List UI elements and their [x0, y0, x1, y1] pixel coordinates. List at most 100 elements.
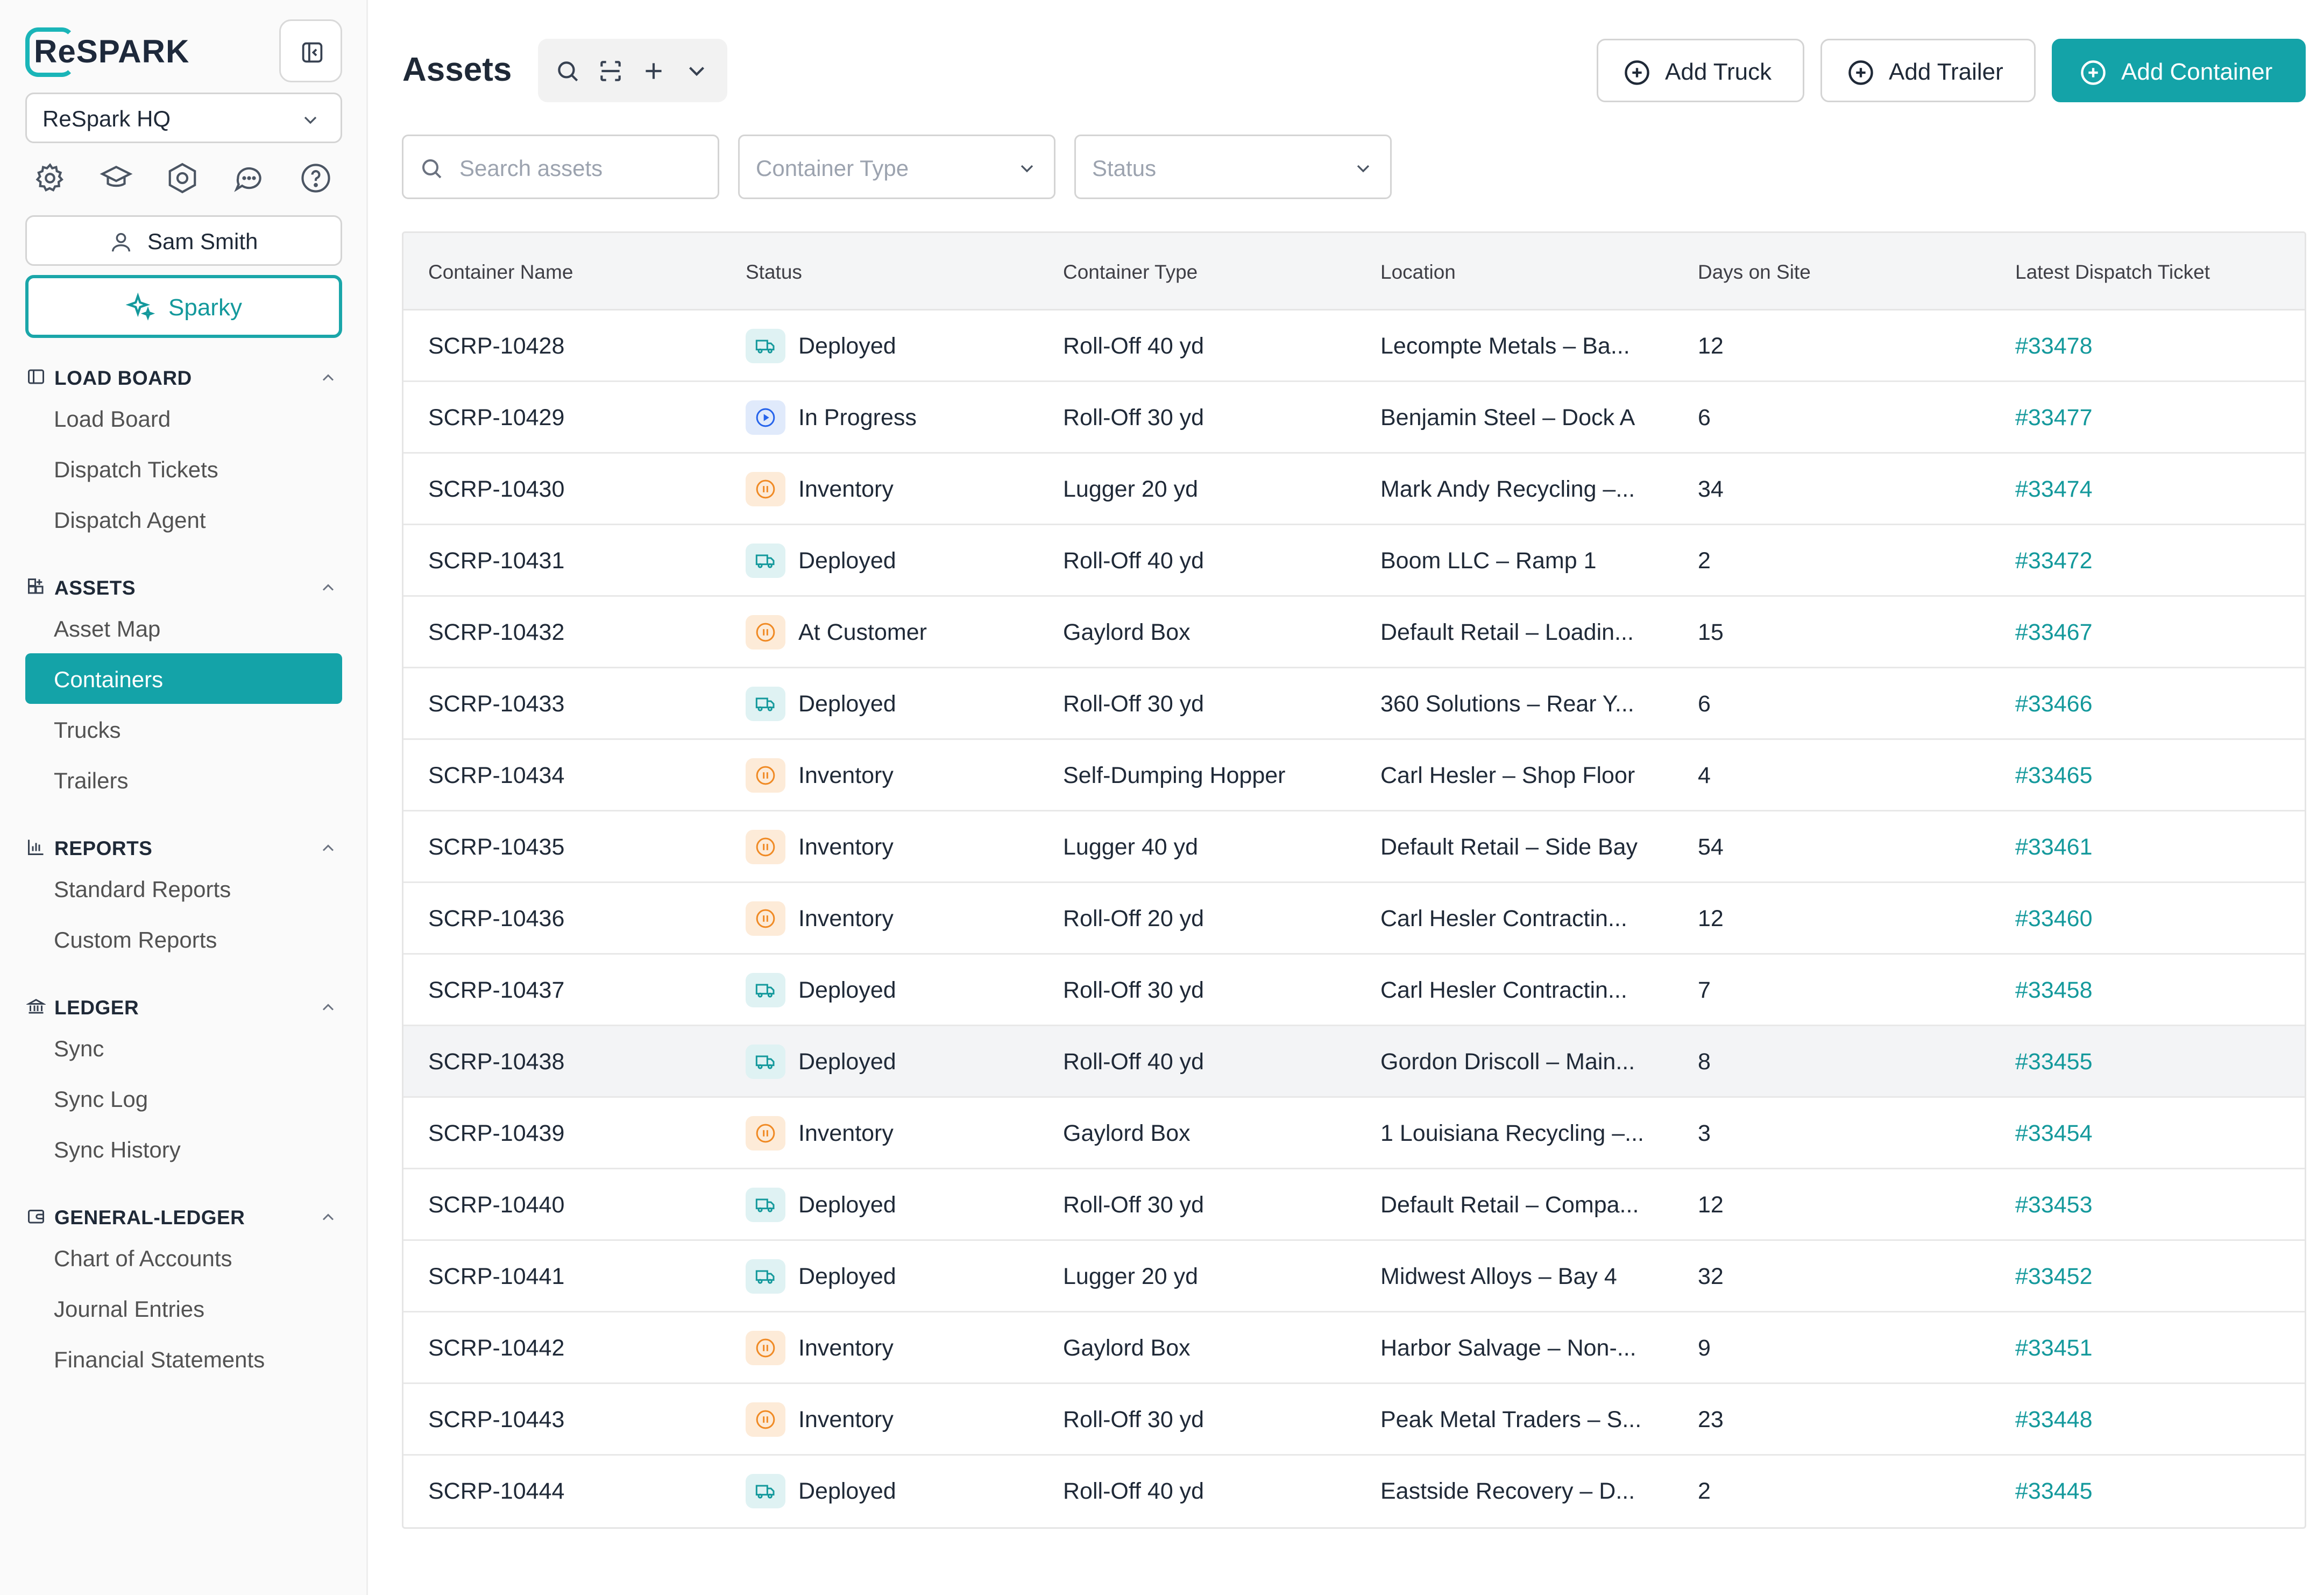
- dispatch-ticket-link[interactable]: #33472: [2015, 548, 2093, 574]
- table-row[interactable]: SCRP-10435 Inventory Lugger 40 yd Default R…: [403, 811, 2305, 883]
- cell-container-type: Roll-Off 40 yd: [1063, 333, 1204, 359]
- graduation-cap-icon[interactable]: [100, 161, 135, 197]
- sidebar-item-label: Financial Statements: [54, 1347, 265, 1372]
- pause-circle-icon: [746, 472, 785, 506]
- sparky-button[interactable]: Sparky: [25, 275, 342, 338]
- column-header-location[interactable]: Location: [1380, 261, 1456, 284]
- sidebar-item-chart-of-accounts[interactable]: Chart of Accounts: [25, 1232, 342, 1283]
- sidebar-item-financial-statements[interactable]: Financial Statements: [25, 1333, 342, 1384]
- table-row[interactable]: SCRP-10431 Deployed Roll-Off 40 yd Boom LLC…: [403, 525, 2305, 597]
- sidebar-item-containers[interactable]: Containers: [25, 653, 342, 704]
- sidebar-item-sync-history[interactable]: Sync History: [25, 1124, 342, 1174]
- table-row[interactable]: SCRP-10429 In Progress Roll-Off 30 yd Benja…: [403, 382, 2305, 454]
- search-icon: [422, 159, 442, 179]
- chevron-down-icon[interactable]: [683, 58, 710, 84]
- column-header-container-name[interactable]: Container Name: [428, 261, 573, 284]
- cell-location: Carl Hesler Contractin...: [1380, 906, 1627, 931]
- cell-container-type: Self-Dumping Hopper: [1063, 763, 1286, 788]
- nav-section-title: LEDGER: [54, 997, 139, 1019]
- dispatch-ticket-link[interactable]: #33453: [2015, 1192, 2093, 1218]
- nav-section-header[interactable]: GENERAL-LEDGER: [25, 1201, 342, 1232]
- nav-section-reports: REPORTS Standard Reports Custom Reports: [25, 832, 342, 964]
- dispatch-ticket-link[interactable]: #33455: [2015, 1049, 2093, 1075]
- pause-circle-icon: [746, 830, 785, 864]
- help-icon[interactable]: [299, 161, 335, 197]
- table-row[interactable]: SCRP-10444 Deployed Roll-Off 40 yd Eastside…: [403, 1456, 2305, 1527]
- dispatch-ticket-link[interactable]: #33454: [2015, 1120, 2093, 1147]
- plus-icon[interactable]: [640, 58, 667, 84]
- table-row[interactable]: SCRP-10440 Deployed Roll-Off 30 yd Default …: [403, 1169, 2305, 1241]
- sidebar-item-sync[interactable]: Sync: [25, 1022, 342, 1073]
- sidebar-item-label: Dispatch Tickets: [54, 457, 218, 482]
- sidebar-item-trucks[interactable]: Trucks: [25, 704, 342, 754]
- table-row[interactable]: SCRP-10433 Deployed Roll-Off 30 yd 360 Solu…: [403, 668, 2305, 740]
- dispatch-ticket-link[interactable]: #33448: [2015, 1407, 2093, 1433]
- table-row[interactable]: SCRP-10443 Inventory Roll-Off 30 yd Peak Me…: [403, 1384, 2305, 1456]
- nav-section-header[interactable]: LEDGER: [25, 991, 342, 1022]
- dispatch-ticket-link[interactable]: #33477: [2015, 405, 2093, 431]
- sidebar-item-standard-reports[interactable]: Standard Reports: [25, 863, 342, 914]
- hexagon-settings-icon[interactable]: [166, 161, 201, 197]
- sidebar-item-dispatch-agent[interactable]: Dispatch Agent: [25, 494, 342, 545]
- user-profile-button[interactable]: Sam Smith: [25, 215, 342, 266]
- table-row[interactable]: SCRP-10430 Inventory Lugger 20 yd Mark Andy…: [403, 454, 2305, 525]
- sidebar-item-trailers[interactable]: Trailers: [25, 754, 342, 805]
- table-row[interactable]: SCRP-10441 Deployed Lugger 20 yd Midwest Al…: [403, 1241, 2305, 1312]
- column-header-status[interactable]: Status: [746, 261, 802, 284]
- column-header-latest-dispatch-ticket[interactable]: Latest Dispatch Ticket: [2015, 261, 2210, 284]
- organization-select[interactable]: ReSpark HQ: [25, 93, 342, 143]
- status-select[interactable]: Status: [1074, 135, 1392, 199]
- nav-section-ledger: LEDGER Sync Sync Log Sync History: [25, 991, 342, 1174]
- dispatch-ticket-link[interactable]: #33451: [2015, 1335, 2093, 1361]
- sidebar-item-journal-entries[interactable]: Journal Entries: [25, 1283, 342, 1333]
- collapse-sidebar-button[interactable]: [279, 19, 342, 82]
- dispatch-ticket-link[interactable]: #33467: [2015, 619, 2093, 646]
- table-row[interactable]: SCRP-10428 Deployed Roll-Off 40 yd Lecompte…: [403, 310, 2305, 382]
- table-row[interactable]: SCRP-10442 Inventory Gaylord Box Harbor Sal…: [403, 1312, 2305, 1384]
- dispatch-ticket-link[interactable]: #33445: [2015, 1478, 2093, 1505]
- cell-status: At Customer: [798, 619, 927, 645]
- cell-container-type: Roll-Off 30 yd: [1063, 1192, 1204, 1218]
- search-icon[interactable]: [554, 58, 581, 84]
- scan-icon[interactable]: [597, 58, 624, 84]
- sidebar-item-custom-reports[interactable]: Custom Reports: [25, 914, 342, 964]
- dispatch-ticket-link[interactable]: #33478: [2015, 333, 2093, 359]
- dispatch-ticket-link[interactable]: #33460: [2015, 906, 2093, 932]
- table-row[interactable]: SCRP-10436 Inventory Roll-Off 20 yd Carl He…: [403, 883, 2305, 955]
- settings-icon[interactable]: [33, 161, 69, 197]
- cell-days-on-site: 23: [1698, 1407, 1724, 1432]
- dispatch-ticket-link[interactable]: #33458: [2015, 977, 2093, 1004]
- sidebar-item-asset-map[interactable]: Asset Map: [25, 603, 342, 653]
- dispatch-ticket-link[interactable]: #33461: [2015, 834, 2093, 860]
- respark-logo[interactable]: ReSPARK: [25, 25, 189, 79]
- dispatch-ticket-link[interactable]: #33465: [2015, 763, 2093, 789]
- truck-icon: [746, 1259, 785, 1294]
- search-assets-input[interactable]: Search assets: [402, 135, 719, 199]
- dispatch-ticket-link[interactable]: #33452: [2015, 1264, 2093, 1290]
- cell-container-name: SCRP-10440: [428, 1192, 565, 1218]
- nav-section-header[interactable]: LOAD BOARD: [25, 362, 342, 393]
- sidebar-item-sync-log[interactable]: Sync Log: [25, 1073, 342, 1124]
- cell-container-type: Gaylord Box: [1063, 1335, 1191, 1361]
- cell-location: Midwest Alloys – Bay 4: [1380, 1264, 1617, 1289]
- cell-location: Carl Hesler – Shop Floor: [1380, 763, 1635, 788]
- table-row[interactable]: SCRP-10437 Deployed Roll-Off 30 yd Carl Hes…: [403, 955, 2305, 1026]
- table-row[interactable]: SCRP-10434 Inventory Self-Dumping Hopper Ca…: [403, 740, 2305, 811]
- add-truck-button[interactable]: Add Truck: [1597, 39, 1804, 102]
- container-type-select[interactable]: Container Type: [738, 135, 1055, 199]
- sidebar-item-dispatch-tickets[interactable]: Dispatch Tickets: [25, 443, 342, 494]
- dispatch-ticket-link[interactable]: #33466: [2015, 691, 2093, 717]
- column-header-container-type[interactable]: Container Type: [1063, 261, 1198, 284]
- nav-section-header[interactable]: REPORTS: [25, 832, 342, 863]
- table-row[interactable]: SCRP-10432 At Customer Gaylord Box Default …: [403, 597, 2305, 668]
- dispatch-ticket-link[interactable]: #33474: [2015, 476, 2093, 503]
- chat-icon[interactable]: [232, 161, 268, 197]
- table-row[interactable]: SCRP-10438 Deployed Roll-Off 40 yd Gordon D…: [403, 1026, 2305, 1098]
- table-row[interactable]: SCRP-10439 Inventory Gaylord Box 1 Louisian…: [403, 1098, 2305, 1169]
- nav-section-header[interactable]: ASSETS: [25, 571, 342, 603]
- add-trailer-button[interactable]: Add Trailer: [1820, 39, 2036, 102]
- status-placeholder: Status: [1092, 156, 1157, 181]
- add-container-button[interactable]: Add Container: [2052, 39, 2306, 102]
- column-header-days-on-site[interactable]: Days on Site: [1698, 261, 1811, 284]
- sidebar-item-load-board[interactable]: Load Board: [25, 393, 342, 443]
